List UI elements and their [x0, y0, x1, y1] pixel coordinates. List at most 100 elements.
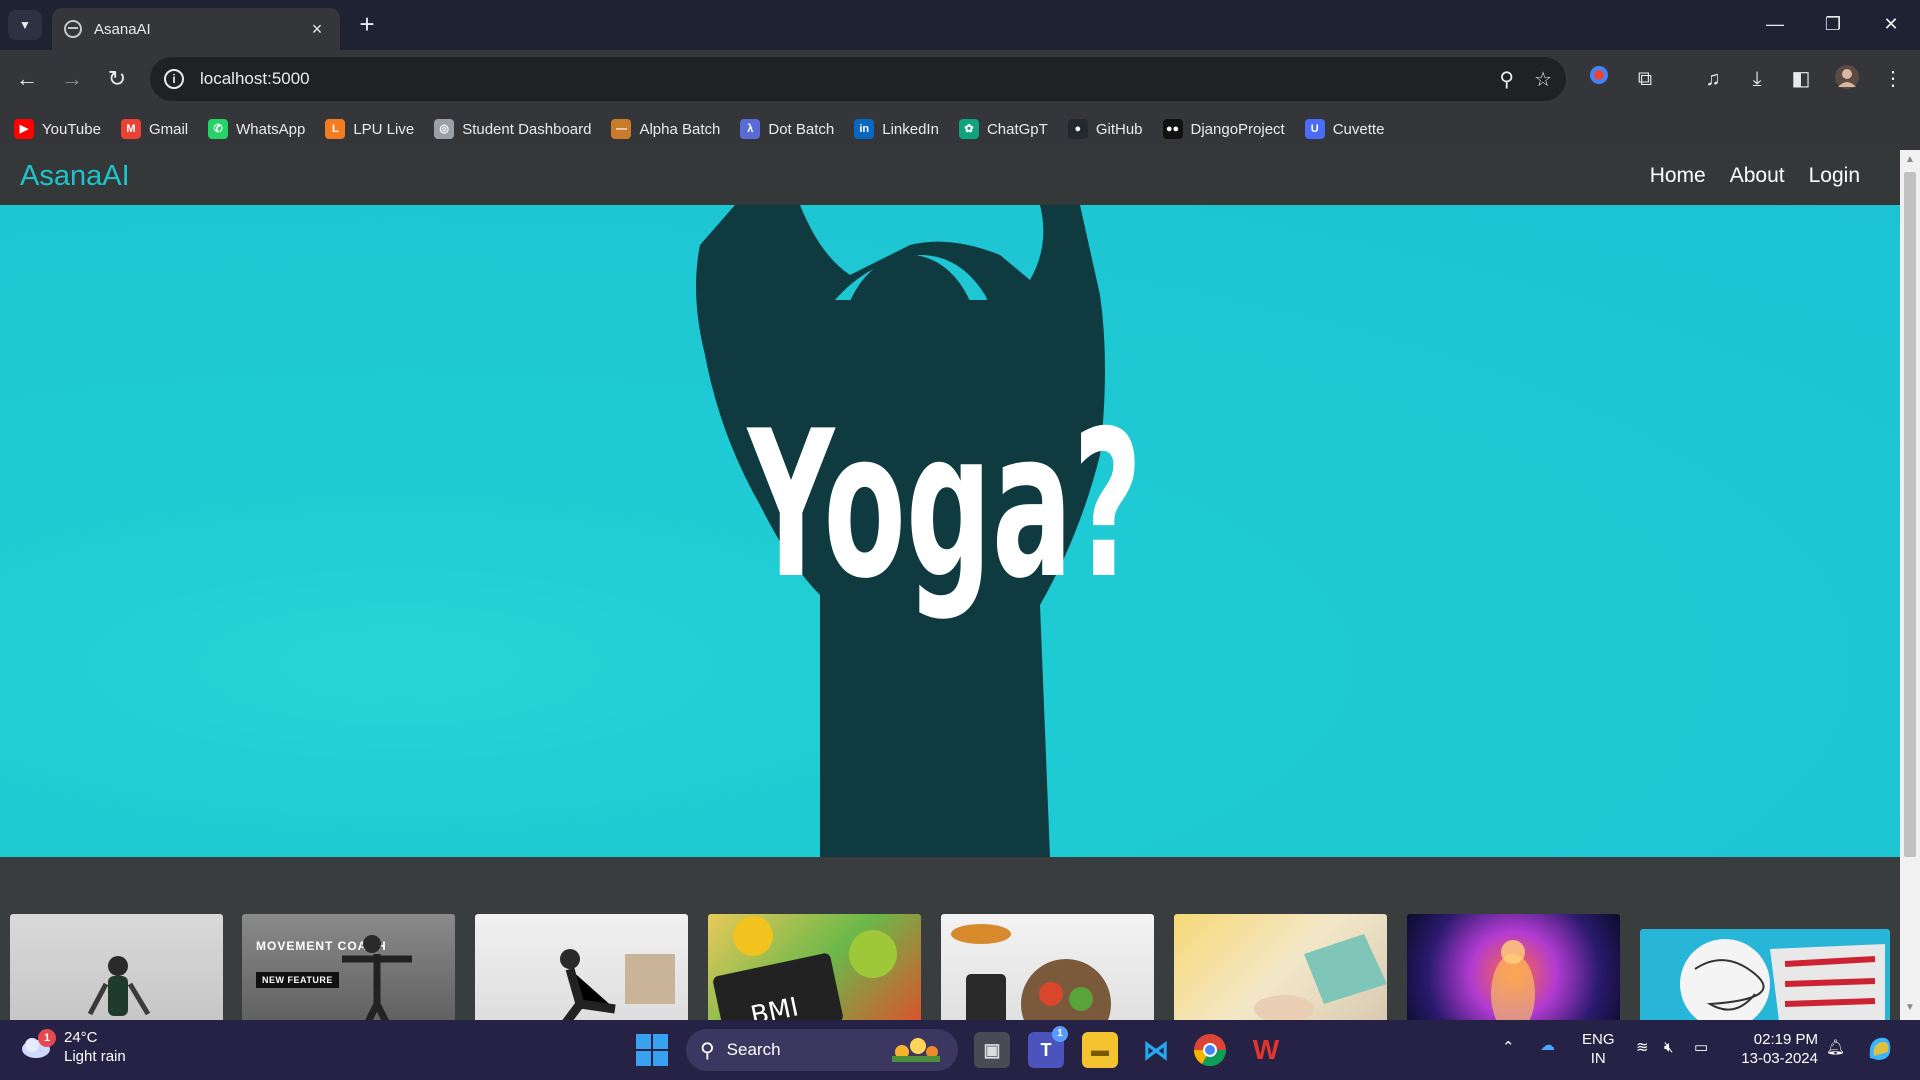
- search-icon: ⚲: [700, 1039, 715, 1062]
- zoom-icon[interactable]: ⚲: [1499, 67, 1514, 92]
- vscode-icon[interactable]: ⋈: [1138, 1032, 1174, 1068]
- chatgpt-icon: ✿: [958, 119, 979, 139]
- wifi-icon[interactable]: ≋: [1636, 1038, 1649, 1057]
- cuvette-icon: U: [1304, 119, 1325, 139]
- arrow-right-icon: →: [61, 66, 83, 91]
- new-tab-button[interactable]: +: [352, 10, 382, 40]
- download-icon[interactable]: ⤓: [1742, 64, 1772, 94]
- language-indicator[interactable]: ENG IN: [1582, 1030, 1615, 1068]
- bookmark-djangoproject[interactable]: ●● DjangoProject: [1162, 119, 1285, 139]
- hero-banner: Yoga?: [0, 205, 1900, 857]
- bookmark-label: LinkedIn: [882, 120, 939, 138]
- clock-time: 02:19 PM: [1753, 1031, 1818, 1048]
- close-window-button[interactable]: ✕: [1868, 8, 1914, 42]
- side-panel-icon[interactable]: ◧: [1786, 64, 1816, 94]
- page-scrollbar[interactable]: ▲ ▼: [1900, 150, 1920, 1020]
- bookmark-linkedin[interactable]: in LinkedIn: [854, 119, 939, 139]
- profile-avatar[interactable]: [1832, 64, 1862, 94]
- thumb-situps[interactable]: [475, 914, 688, 1020]
- browser-tab[interactable]: AsanaAI ×: [52, 8, 340, 50]
- site-brand-logo[interactable]: AsanaAI: [20, 160, 130, 193]
- media-control-icon[interactable]: ♫: [1698, 64, 1728, 94]
- show-hidden-icons-chevron-icon[interactable]: ⌃: [1502, 1038, 1515, 1057]
- file-explorer-icon[interactable]: ▬: [1082, 1032, 1118, 1068]
- minimize-button[interactable]: —: [1752, 8, 1798, 42]
- weather-alert-badge: 1: [38, 1029, 56, 1047]
- windows-start-icon[interactable]: [636, 1034, 668, 1066]
- bookmark-student-dashboard[interactable]: ◎ Student Dashboard: [434, 119, 591, 139]
- bookmark-label: Student Dashboard: [462, 120, 592, 138]
- extensions-puzzle-icon[interactable]: ⧉: [1630, 64, 1660, 94]
- dot-batch-icon: λ: [740, 119, 761, 139]
- feature-gallery: MOVEMENT COACH NEW FEATURE BMI: [0, 857, 1900, 1020]
- nav-login-link[interactable]: Login: [1809, 164, 1860, 188]
- bookmark-lpu-live[interactable]: L LPU Live: [325, 119, 414, 139]
- hero-yoga-silhouette-image: Yoga?: [696, 205, 1142, 857]
- onedrive-icon[interactable]: ☁: [1540, 1036, 1555, 1055]
- restore-button[interactable]: ❐: [1810, 8, 1856, 42]
- extension-colorful-icon[interactable]: [1584, 64, 1614, 94]
- github-icon: ●: [1067, 119, 1088, 139]
- windows-taskbar: 1 24°C Light rain ⚲ Search ▣ T1 ▬ ⋈ W ⌃ …: [0, 1020, 1920, 1080]
- notification-bell-icon[interactable]: 🔔︎: [1826, 1038, 1845, 1057]
- gmail-icon: M: [120, 119, 141, 139]
- wps-office-icon[interactable]: W: [1248, 1032, 1284, 1068]
- task-view-icon[interactable]: ▣: [974, 1032, 1010, 1068]
- site-info-icon[interactable]: i: [164, 69, 184, 89]
- bookmark-youtube[interactable]: ▶ YouTube: [14, 119, 101, 139]
- bookmark-label: Dot Batch: [768, 120, 835, 138]
- globe-icon: ◎: [434, 119, 455, 139]
- scrollbar-thumb[interactable]: [1904, 172, 1916, 857]
- bookmark-github[interactable]: ● GitHub: [1067, 119, 1143, 139]
- taskbar-search-box[interactable]: ⚲ Search: [686, 1029, 958, 1071]
- reload-button[interactable]: ↻: [100, 62, 134, 96]
- nav-home-link[interactable]: Home: [1650, 164, 1706, 188]
- weather-widget[interactable]: 1 24°C Light rain: [20, 1028, 126, 1066]
- bookmark-label: YouTube: [42, 120, 101, 138]
- bookmark-alpha-batch[interactable]: — Alpha Batch: [611, 119, 720, 139]
- alpha-batch-icon: —: [611, 119, 632, 139]
- taskbar-search-label: Search: [726, 1040, 781, 1059]
- url-text[interactable]: localhost:5000: [200, 69, 1479, 89]
- bookmark-dot-batch[interactable]: λ Dot Batch: [740, 119, 834, 139]
- globe-icon: [64, 20, 82, 38]
- bookmark-chatgpt[interactable]: ✿ ChatGpT: [958, 119, 1048, 139]
- teams-icon[interactable]: T1: [1028, 1026, 1068, 1068]
- bookmarks-bar: ▶ YouTube M Gmail ✆ WhatsApp L LPU Live ◎ Student…: [0, 108, 1920, 150]
- thumb-meditation-hands[interactable]: [1174, 914, 1387, 1020]
- forward-button[interactable]: →: [55, 62, 89, 96]
- tab-search-button[interactable]: ▼: [8, 10, 42, 40]
- browser-tab-strip: ▼ AsanaAI × + — ❐ ✕: [0, 0, 1920, 50]
- thumb-healthy-food[interactable]: [941, 914, 1154, 1020]
- whatsapp-icon: ✆: [208, 119, 229, 139]
- bookmark-whatsapp[interactable]: ✆ WhatsApp: [208, 119, 305, 139]
- menu-kebab-icon[interactable]: ⋮: [1878, 64, 1908, 94]
- address-bar[interactable]: i localhost:5000 ⚲ ☆: [150, 57, 1566, 101]
- chrome-icon[interactable]: [1192, 1032, 1228, 1068]
- bookmark-label: Cuvette: [1332, 120, 1385, 138]
- battery-icon[interactable]: ▭: [1694, 1038, 1708, 1057]
- thumb-bmi[interactable]: BMI: [708, 914, 921, 1020]
- bookmark-cuvette[interactable]: U Cuvette: [1304, 119, 1385, 139]
- bookmark-gmail[interactable]: M Gmail: [120, 119, 188, 139]
- language-code: ENG: [1582, 1031, 1615, 1048]
- bookmark-star-icon[interactable]: ☆: [1534, 67, 1552, 92]
- back-button[interactable]: ←: [10, 62, 44, 96]
- linkedin-icon: in: [854, 119, 875, 139]
- close-tab-icon[interactable]: ×: [306, 19, 328, 40]
- thumb-stress[interactable]: [1640, 929, 1890, 1020]
- speaker-muted-icon[interactable]: 🔇︎: [1664, 1038, 1673, 1057]
- scroll-down-arrow-icon[interactable]: ▼: [1904, 1002, 1916, 1013]
- site-navbar: AsanaAI Home About Login: [0, 150, 1900, 205]
- thumb-movement-coach[interactable]: MOVEMENT COACH NEW FEATURE: [242, 914, 455, 1020]
- nav-about-link[interactable]: About: [1730, 164, 1785, 188]
- thumb-yoga-woman[interactable]: [10, 914, 223, 1020]
- thumb-chakra[interactable]: [1407, 914, 1620, 1020]
- lpu-live-icon: L: [325, 119, 346, 139]
- scroll-up-arrow-icon[interactable]: ▲: [1904, 154, 1916, 165]
- hero-yoga-text: Yoga?: [746, 389, 1142, 624]
- region-code: IN: [1590, 1050, 1606, 1067]
- site-nav-links: Home About Login: [1650, 164, 1860, 188]
- clock[interactable]: 02:19 PM 13-03-2024: [1736, 1030, 1818, 1068]
- copilot-icon[interactable]: [1864, 1032, 1896, 1069]
